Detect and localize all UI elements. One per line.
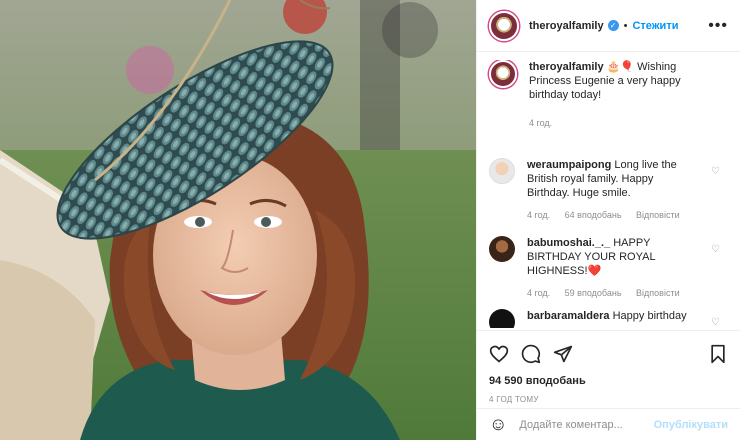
profile-avatar[interactable] — [489, 10, 519, 41]
post-actions: 94 590 вподобань 4 ГОД ТОМУ — [477, 330, 740, 404]
caption-username[interactable]: theroyalfamily — [529, 61, 604, 73]
comment-like-heart-icon[interactable]: ♡ — [711, 166, 720, 177]
bookmark-icon[interactable] — [708, 344, 728, 364]
caption: theroyalfamily 🎂🎈 Wishing Princess Eugen… — [477, 60, 740, 158]
header-username[interactable]: theroyalfamily — [529, 20, 604, 32]
commenter-avatar[interactable] — [489, 309, 515, 328]
comment-item: barbaramaldera Happy birthday ♡ — [477, 309, 740, 328]
heart-icon[interactable] — [489, 344, 509, 364]
reply-button[interactable]: Відповісти — [636, 288, 680, 298]
comment-username[interactable]: babumoshai._._ — [527, 237, 610, 249]
follow-button[interactable]: Стежити — [632, 20, 678, 32]
separator-dot: • — [623, 19, 628, 32]
comment-input[interactable]: Додайте коментар... — [519, 419, 653, 431]
caption-time[interactable]: 4 год. — [529, 118, 552, 128]
caption-emoji: 🎂🎈 — [606, 61, 635, 73]
comment-icon[interactable] — [521, 344, 541, 364]
post-photo[interactable] — [0, 0, 476, 440]
photo-illustration — [0, 0, 476, 440]
post-header: theroyalfamily ✓ • Стежити ••• — [477, 0, 740, 52]
share-icon[interactable] — [553, 344, 573, 364]
comment-text: Happy birthday — [609, 310, 687, 322]
post-sidebar: theroyalfamily ✓ • Стежити ••• theroyalf… — [476, 0, 740, 440]
likes-count[interactable]: 94 590 вподобань — [489, 375, 728, 387]
verified-icon: ✓ — [607, 20, 619, 31]
comment-username[interactable]: barbaramaldera — [527, 310, 610, 322]
more-icon[interactable]: ••• — [708, 17, 728, 35]
smile-icon[interactable]: ☺ — [489, 414, 507, 435]
comment-item: weraumpaipong Long live the British roya… — [477, 158, 740, 236]
comments-list[interactable]: theroyalfamily 🎂🎈 Wishing Princess Eugen… — [477, 60, 740, 328]
comment-like-heart-icon[interactable]: ♡ — [711, 317, 720, 328]
post-comment-button[interactable]: Опублікувати — [654, 419, 728, 431]
comment-likes[interactable]: 59 вподобань — [565, 288, 622, 298]
reply-button[interactable]: Відповісти — [636, 210, 680, 220]
add-comment-bar: ☺ Додайте коментар... Опублікувати — [477, 408, 740, 440]
commenter-avatar[interactable] — [489, 236, 515, 262]
comment-item: babumoshai._._ HAPPY BIRTHDAY YOUR ROYAL… — [477, 236, 740, 309]
comment-username[interactable]: weraumpaipong — [527, 159, 611, 171]
comment-likes[interactable]: 64 вподобань — [565, 210, 622, 220]
comment-time[interactable]: 4 год. — [527, 288, 550, 298]
commenter-avatar[interactable] — [489, 158, 515, 184]
comment-like-heart-icon[interactable]: ♡ — [711, 244, 720, 255]
caption-avatar[interactable] — [489, 60, 517, 88]
comment-time[interactable]: 4 год. — [527, 210, 550, 220]
posted-time[interactable]: 4 ГОД ТОМУ — [489, 395, 728, 404]
